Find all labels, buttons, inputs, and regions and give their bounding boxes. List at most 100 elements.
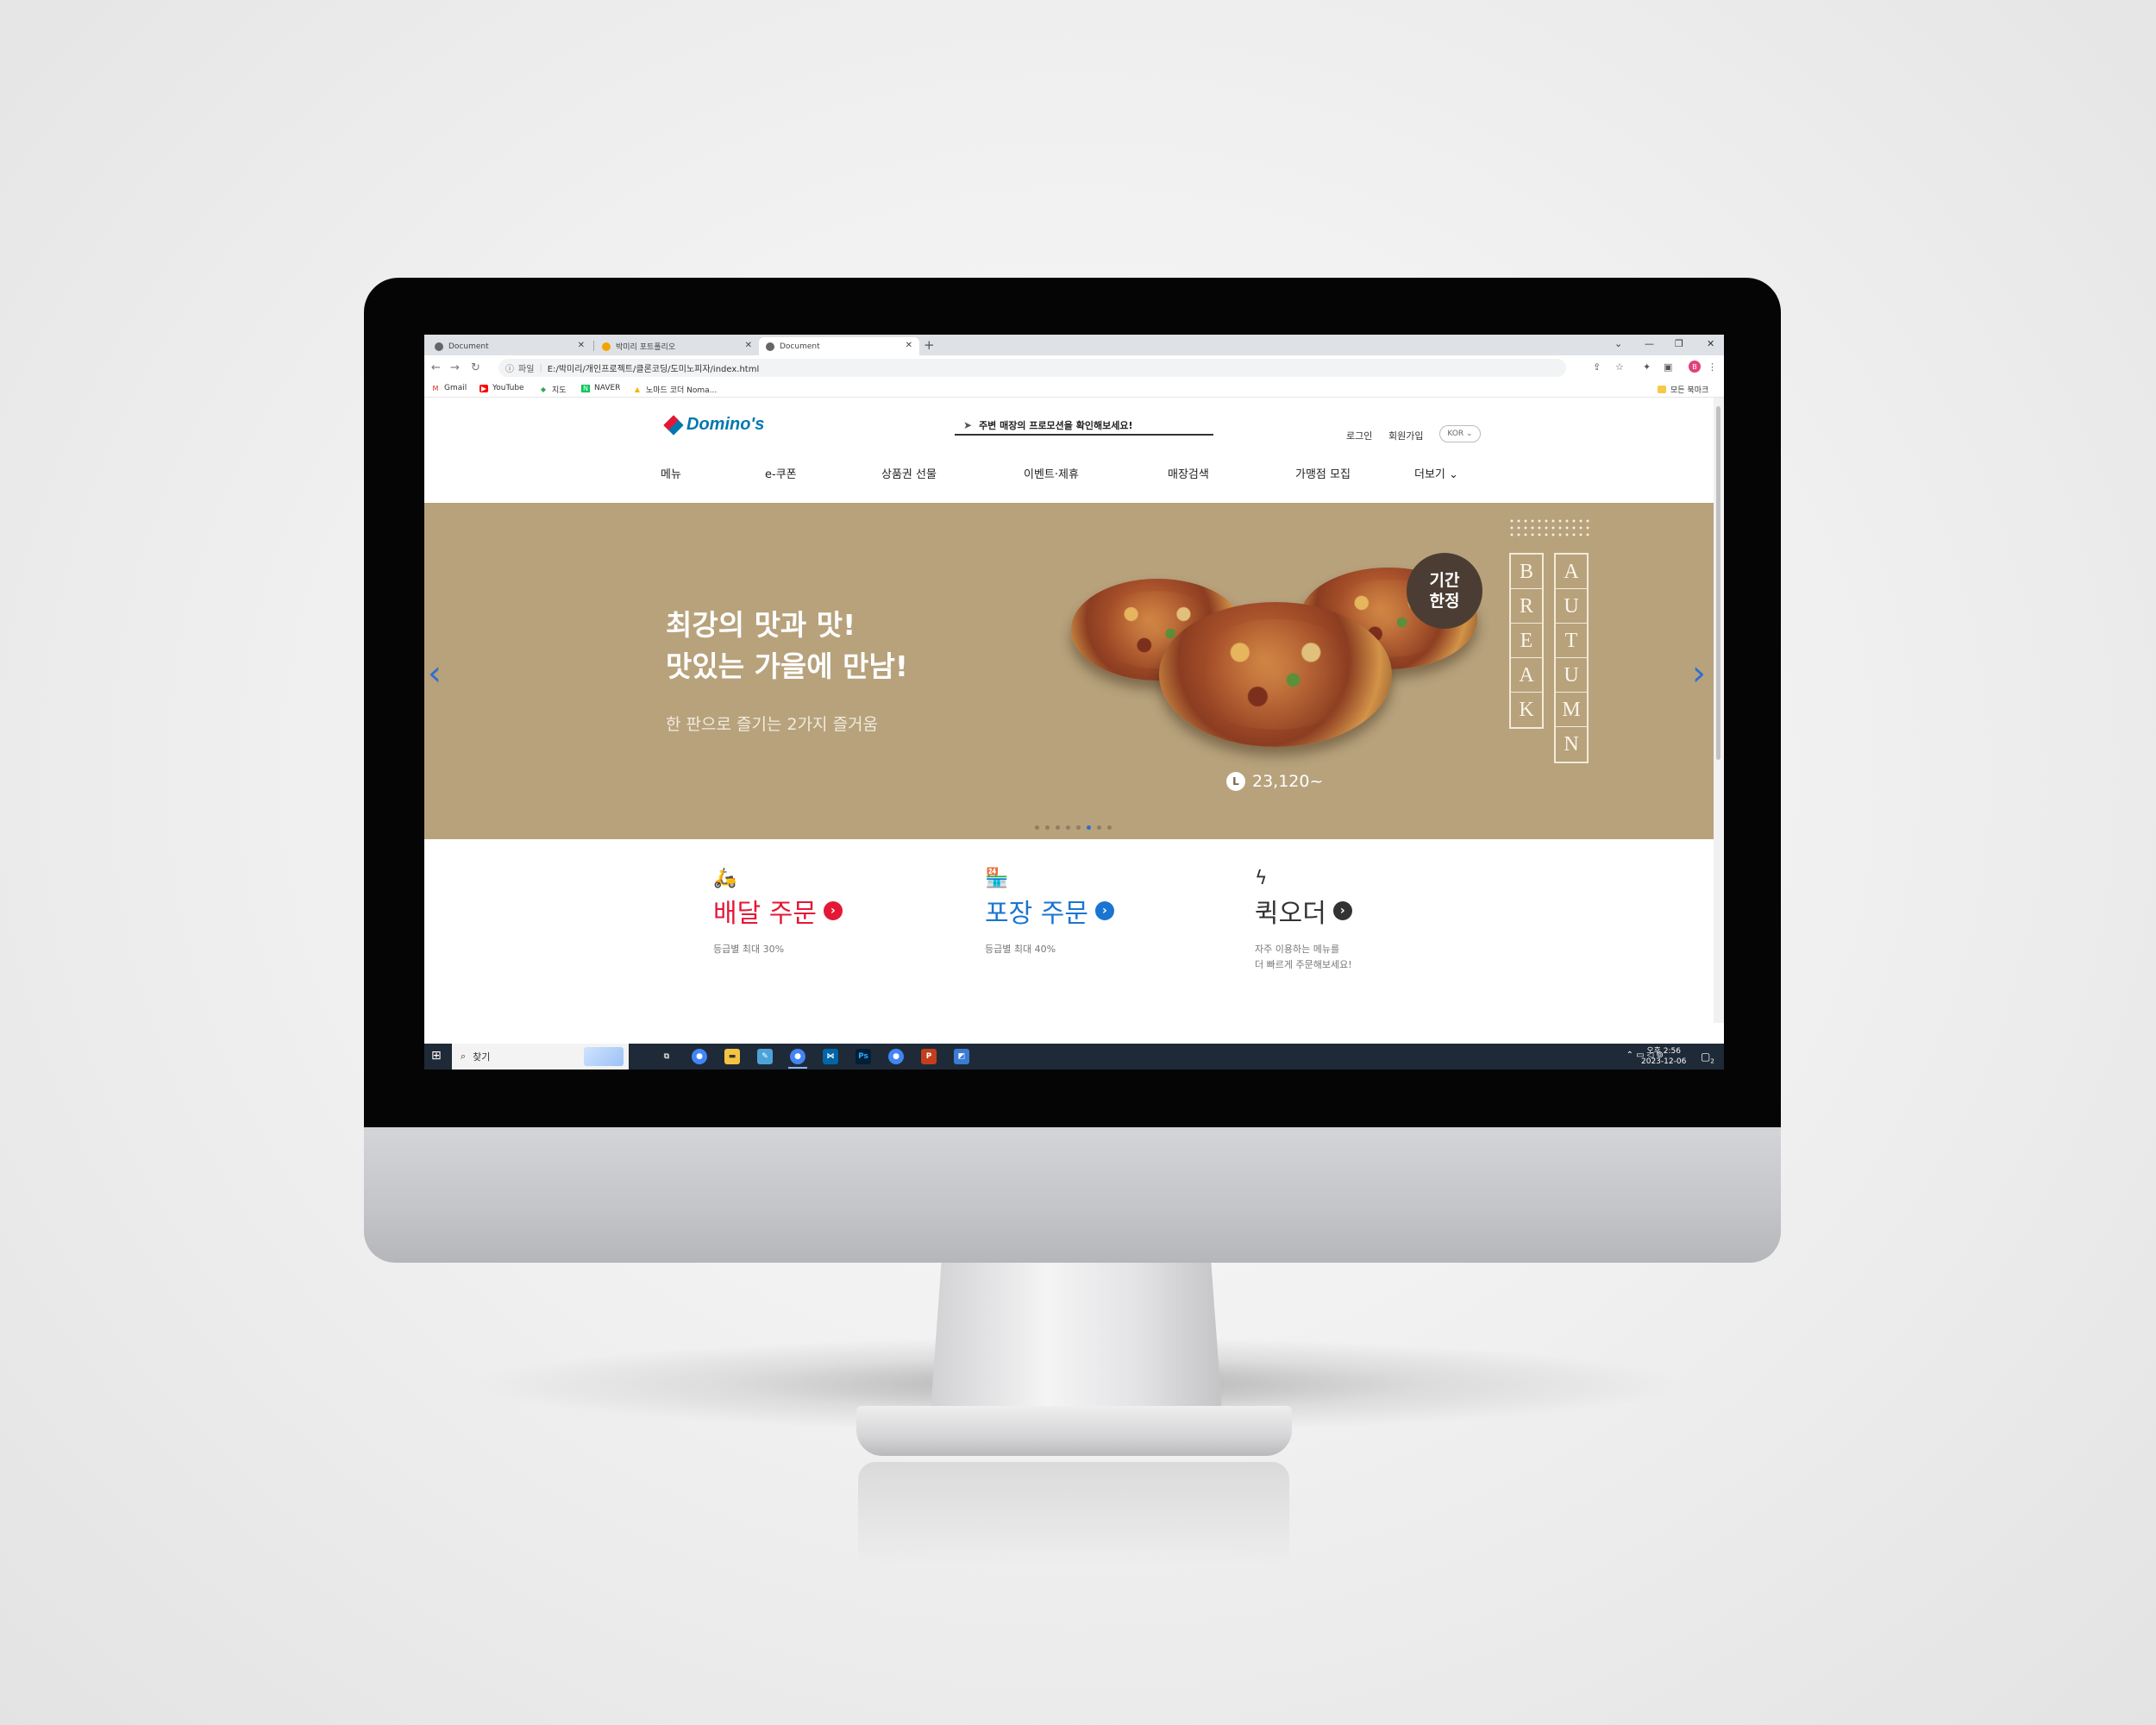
info-icon[interactable]: ⓘ (505, 361, 514, 374)
youtube-icon: ▶ (479, 384, 488, 392)
vscode-icon[interactable]: ⋈ (823, 1049, 838, 1064)
letter: E (1511, 624, 1542, 658)
tab-document-1[interactable]: Document ✕ (428, 337, 592, 355)
forward-arrow-icon[interactable]: → (450, 361, 460, 374)
bookmark-nomad[interactable]: ▲ 노마드 코더 Noma... (633, 384, 717, 395)
scrollbar-thumb[interactable] (1716, 406, 1720, 760)
nav-gift[interactable]: 상품권 선물 (881, 465, 937, 481)
pizza-image-center (1159, 602, 1392, 747)
globe-icon (766, 342, 774, 351)
bookmark-label: 노마드 코더 Noma... (646, 386, 718, 395)
hero-banner: ‹ › 최강의 맛과 맛! 맛있는 가을에 만남! 한 판으로 즐기는 2가지 … (424, 503, 1714, 839)
photoshop-icon[interactable]: Ps (856, 1049, 871, 1064)
powerpoint-icon[interactable]: P (921, 1049, 937, 1064)
tab-search-chevron-icon[interactable]: ⌄ (1614, 338, 1622, 349)
bookmark-youtube[interactable]: ▶ YouTube (479, 384, 524, 392)
minimize-button[interactable]: — (1645, 338, 1654, 349)
bookmark-label: 지도 (552, 386, 567, 395)
dominos-logo[interactable]: Domino's (663, 414, 765, 436)
portfolio-favicon-icon (602, 342, 611, 351)
slide-dot[interactable] (1087, 825, 1091, 830)
side-panel-icon[interactable]: ▣ (1664, 361, 1672, 373)
share-icon[interactable]: ⇪ (1593, 361, 1601, 373)
nav-franchise[interactable]: 가맹점 모집 (1295, 465, 1351, 481)
brand-name: Domino's (686, 415, 765, 434)
takeout-order-title: 포장 주문 › (985, 892, 1114, 930)
restore-button[interactable]: ❐ (1675, 338, 1683, 349)
arrow-right-icon: › (1332, 901, 1352, 920)
login-link[interactable]: 로그인 (1346, 429, 1372, 442)
slide-dot[interactable] (1107, 825, 1112, 830)
notification-center-icon[interactable]: ▢2 (1701, 1051, 1714, 1064)
badge-line-1: 기간 (1429, 571, 1460, 590)
divider: | (539, 363, 542, 373)
chrome-icon[interactable]: ● (692, 1049, 707, 1064)
extensions-icon[interactable]: ✦ (1643, 361, 1651, 373)
menu-kebab-icon[interactable]: ⋮ (1708, 361, 1717, 373)
promo-search-field[interactable]: ➤ 주변 매장의 프로모션을 확인해보세요! (955, 417, 1213, 436)
slide-dot[interactable] (1035, 825, 1039, 830)
slide-dot[interactable] (1097, 825, 1101, 830)
bookmark-gmail[interactable]: M Gmail (431, 384, 467, 392)
address-bar[interactable]: ⓘ 파일 | E:/박미리/개인프로젝트/클론코딩/도미노피자/index.ht… (498, 359, 1566, 377)
tab-separator (593, 341, 594, 351)
delivery-order[interactable]: 🛵 배달 주문 › 등급별 최대 30% (713, 868, 843, 957)
main-navigation: 메뉴 e-쿠폰 상품권 선물 이벤트·제휴 매장검색 가맹점 모집 더보기 ⌄ (424, 458, 1714, 484)
language-value: KOR (1447, 430, 1464, 438)
takeout-order[interactable]: 🏪 포장 주문 › 등급별 최대 40% (985, 868, 1114, 957)
order-desc: 등급별 최대 40% (985, 944, 1056, 955)
tab-document-active[interactable]: Document ✕ (759, 337, 919, 355)
close-window-button[interactable]: ✕ (1707, 338, 1714, 349)
language-select[interactable]: KOR ⌄ (1439, 425, 1481, 442)
nav-more-label: 더보기 (1414, 468, 1445, 481)
prev-slide-arrow-icon[interactable]: ‹ (428, 654, 442, 693)
tab-portfolio[interactable]: 박미리 포트폴리오 ✕ (595, 337, 759, 355)
nav-events[interactable]: 이벤트·제휴 (1024, 465, 1079, 481)
task-view-icon[interactable]: ⧉ (659, 1049, 674, 1064)
nav-menu[interactable]: 메뉴 (661, 465, 681, 481)
promo-search-text: 주변 매장의 프로모션을 확인해보세요! (979, 420, 1133, 431)
close-tab-icon[interactable]: ✕ (578, 341, 585, 350)
letter: R (1511, 589, 1542, 624)
slide-dot[interactable] (1066, 825, 1070, 830)
file-explorer-icon[interactable]: ▬ (724, 1049, 740, 1064)
bookmark-maps[interactable]: ◆ 지도 (539, 384, 567, 395)
slide-dot[interactable] (1076, 825, 1081, 830)
web-page: Domino's ➤ 주변 매장의 프로모션을 확인해보세요! 로그인 회원가입… (424, 398, 1714, 1023)
star-icon[interactable]: ☆ (1615, 361, 1624, 373)
new-tab-button[interactable]: + (924, 337, 935, 353)
nav-more[interactable]: 더보기 ⌄ (1414, 465, 1458, 481)
photo-app-icon[interactable]: ◩ (954, 1049, 969, 1064)
order-title-text: 퀵오더 (1255, 899, 1326, 929)
notepad-icon[interactable]: ✎ (757, 1049, 773, 1064)
close-tab-icon[interactable]: ✕ (745, 341, 752, 350)
browser-toolbar: ← → ↻ ⓘ 파일 | E:/박미리/개인프로젝트/클론코딩/도미노피자/in… (424, 355, 1724, 380)
location-arrow-icon: ➤ (963, 419, 973, 431)
chrome-active-icon[interactable]: ● (790, 1049, 805, 1064)
folder-icon (1658, 386, 1666, 393)
bookmark-naver[interactable]: N NAVER (581, 384, 620, 392)
close-tab-icon[interactable]: ✕ (906, 341, 912, 350)
signup-link[interactable]: 회원가입 (1388, 429, 1423, 442)
windows-start-icon[interactable]: ⊞ (431, 1049, 442, 1063)
taskbar-search[interactable]: ⌕ 찾기 (452, 1044, 629, 1070)
tab-title: Document (780, 342, 820, 351)
next-slide-arrow-icon[interactable]: › (1692, 654, 1706, 693)
page-scrollbar[interactable] (1714, 398, 1724, 1023)
profile-avatar[interactable]: B (1689, 361, 1701, 373)
slide-dot[interactable] (1045, 825, 1050, 830)
nav-ecoupon[interactable]: e-쿠폰 (765, 465, 797, 481)
windows-taskbar: ⊞ ⌕ 찾기 ⧉ ● ▬ ✎ ● ⋈ Ps ● P ◩ ⌃ ▭ ◁ ⊚ 오후 2… (424, 1044, 1724, 1070)
all-bookmarks[interactable]: 모든 북마크 (1658, 384, 1708, 395)
chrome-profile-icon[interactable]: ● (888, 1049, 904, 1064)
notification-count: 2 (1710, 1057, 1714, 1065)
nav-store-search[interactable]: 매장검색 (1168, 465, 1209, 481)
search-highlight-image (584, 1047, 624, 1066)
back-arrow-icon[interactable]: ← (431, 361, 441, 374)
order-title-text: 배달 주문 (713, 899, 817, 929)
taskbar-clock[interactable]: 오후 2:56 2023-12-06 (1641, 1046, 1686, 1067)
order-desc: 자주 이용하는 메뉴를 더 빠르게 주문해보세요! (1255, 942, 1352, 973)
reload-icon[interactable]: ↻ (471, 361, 480, 374)
quick-order[interactable]: ϟ 퀵오더 › 자주 이용하는 메뉴를 더 빠르게 주문해보세요! (1255, 868, 1352, 973)
slide-dot[interactable] (1056, 825, 1060, 830)
